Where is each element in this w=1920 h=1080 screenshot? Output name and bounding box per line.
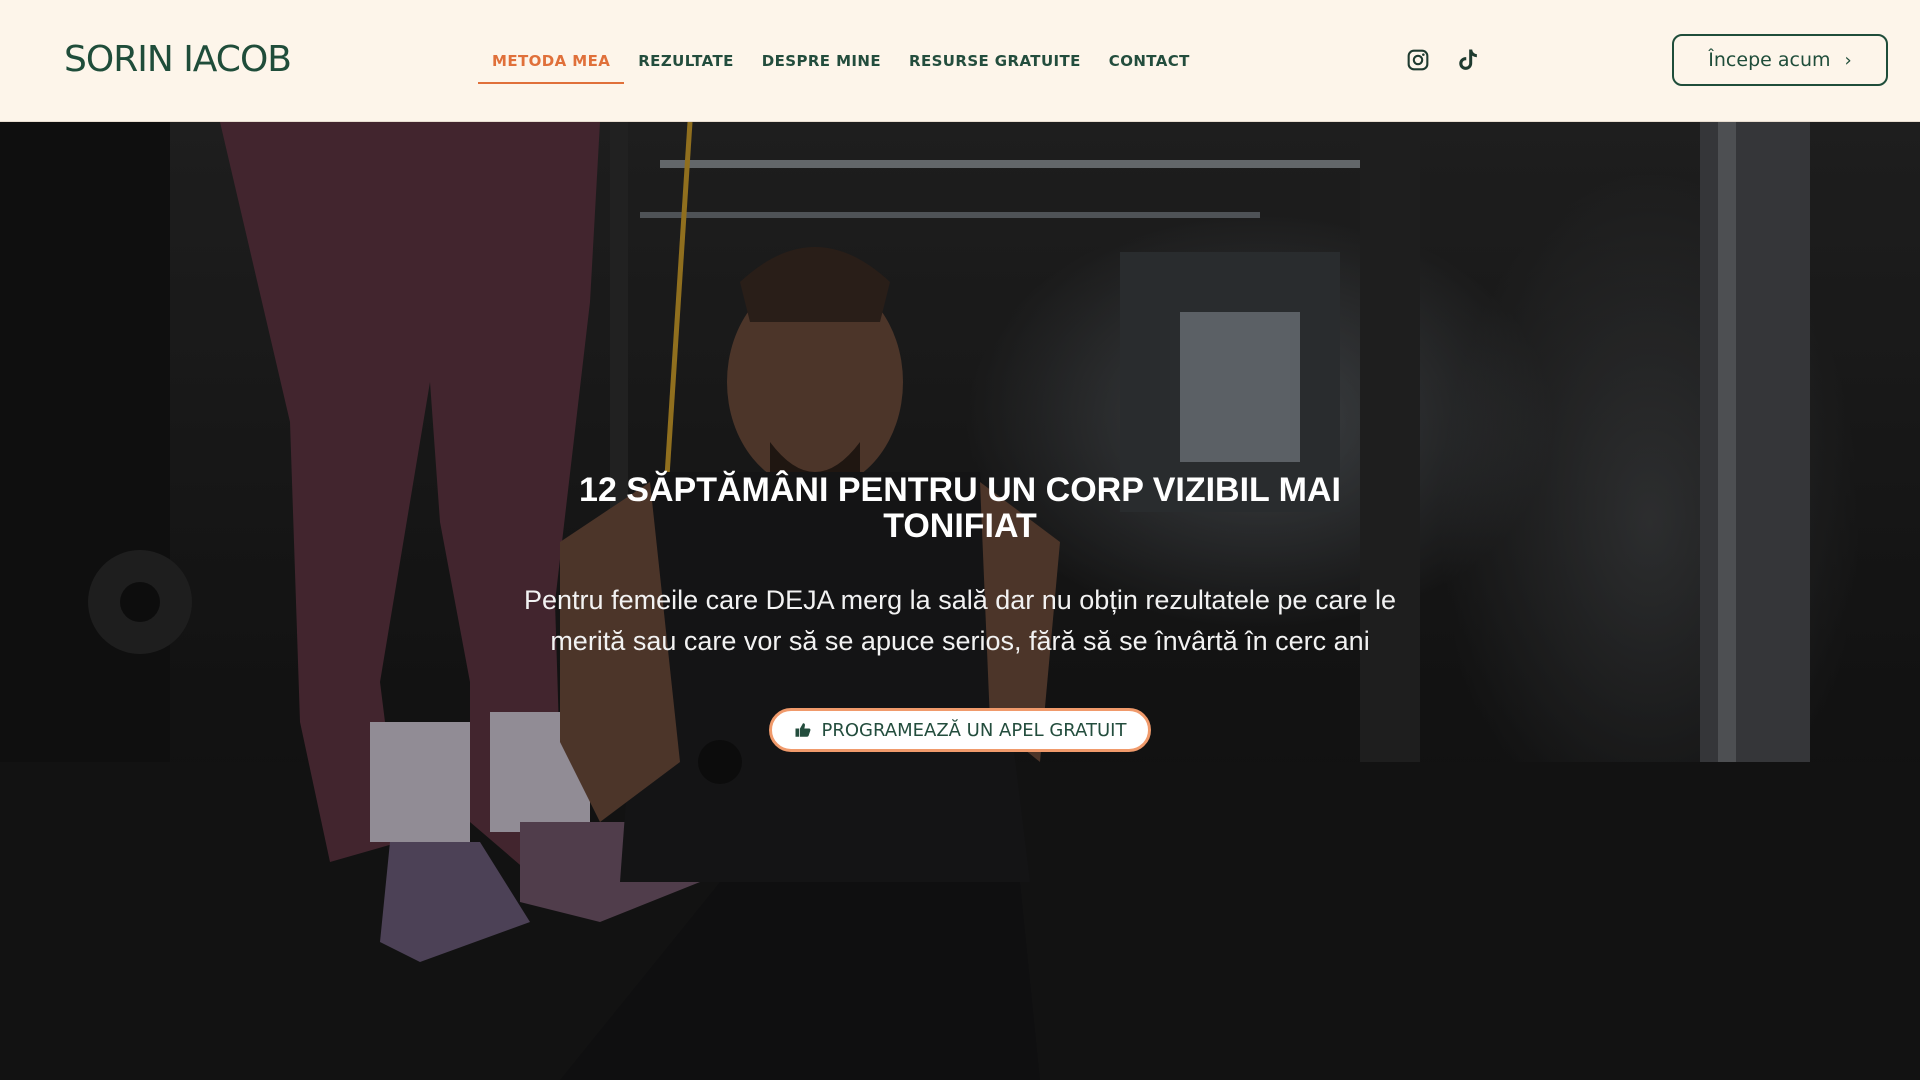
chevron-right-icon: › [1844,49,1852,71]
nav-item-contact[interactable]: CONTACT [1095,0,1204,122]
hero-content: 12 SĂPTĂMÂNI PENTRU UN CORP VIZIBIL MAI … [460,472,1460,752]
nav-item-metoda-mea[interactable]: METODA MEA [478,0,625,122]
start-now-label: Începe acum [1708,49,1831,71]
hero-section: 12 SĂPTĂMÂNI PENTRU UN CORP VIZIBIL MAI … [0,122,1920,1080]
site-header: SORIN IACOB METODA MEA REZULTATE DESPRE … [0,0,1920,122]
nav-item-rezultate[interactable]: REZULTATE [624,0,748,122]
hero-title: 12 SĂPTĂMÂNI PENTRU UN CORP VIZIBIL MAI … [579,471,1341,545]
book-free-call-button[interactable]: PROGRAMEAZĂ UN APEL GRATUIT [768,708,1152,752]
instagram-icon[interactable] [1404,46,1432,74]
social-links [1404,46,1482,74]
tiktok-icon[interactable] [1454,46,1482,74]
start-now-button[interactable]: Începe acum › [1672,34,1888,86]
nav-item-resurse-gratuite[interactable]: RESURSE GRATUITE [895,0,1095,122]
nav-item-despre-mine[interactable]: DESPRE MINE [748,0,895,122]
main-nav: METODA MEA REZULTATE DESPRE MINE RESURSE… [478,0,1204,122]
book-free-call-label: PROGRAMEAZĂ UN APEL GRATUIT [821,719,1127,741]
thumbs-up-icon [795,723,810,737]
hero-subtitle: Pentru femeile care DEJA merg la sală da… [524,585,1396,656]
site-logo[interactable]: SORIN IACOB [64,36,292,84]
